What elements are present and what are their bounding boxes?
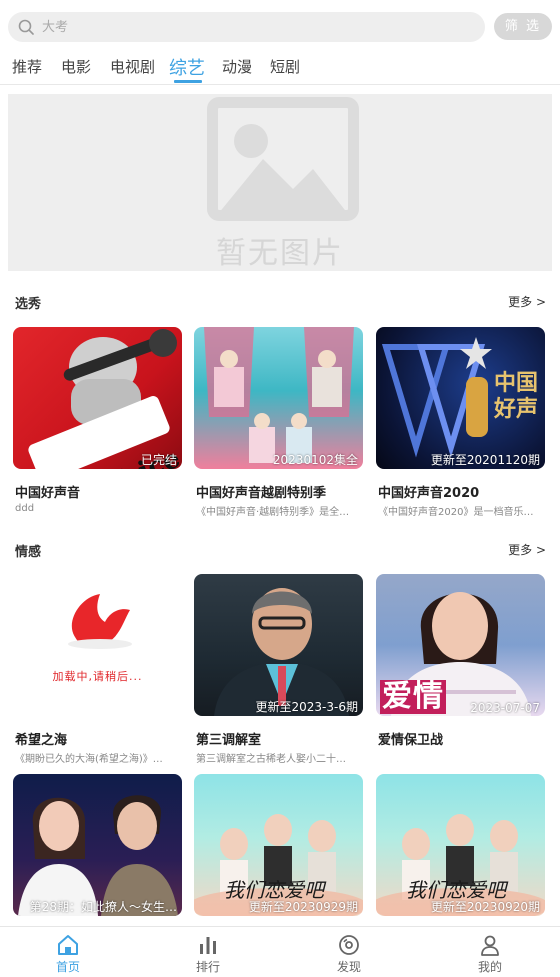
search-box[interactable] [8, 12, 485, 42]
host-portrait-graphic [214, 588, 349, 716]
more-link[interactable]: 更多 > [508, 293, 546, 310]
video-title: 希望之海 [15, 733, 68, 748]
active-tab-indicator [174, 80, 202, 83]
section-header-talent: 选秀 更多 > [0, 293, 560, 317]
video-thumbnail[interactable]: 加载中,请稍后... [13, 574, 182, 716]
video-card[interactable]: 更新至2023-3-6期 第三调解室 第三调解室之古稀老人娶小二十… [194, 574, 363, 765]
video-card[interactable]: 第28期：如此撩人～女生… [13, 774, 182, 916]
video-desc: 《期盼已久的大海(希望之海)》… [15, 754, 163, 765]
episode-badge: 更新至20230929期 [248, 900, 358, 914]
video-title: 爱情保卫战 [378, 733, 444, 748]
video-thumbnail[interactable]: 我们恋爱吧 更新至20230929期 [194, 774, 363, 916]
episode-badge: 20230102集全 [272, 453, 358, 467]
video-card[interactable]: 中国好声 更新至20201120期 中国好声音2020 《中国好声音2020》是… [376, 327, 545, 518]
episode-badge: 更新至20201120期 [430, 453, 540, 467]
nav-mine[interactable]: 我的 [450, 927, 530, 977]
section-header-emotion: 情感 更多 > [0, 541, 560, 565]
tab-movie[interactable]: 电影 [61, 56, 91, 77]
nav-label: 发现 [336, 960, 361, 974]
nav-discover[interactable]: 发现 [309, 927, 389, 977]
video-card[interactable]: 20230102集全 中国好声音越剧特别季 《中国好声音·越剧特别季》是全… [194, 327, 363, 518]
episode-badge: 已完结 [140, 453, 177, 467]
section-title: 情感 [15, 545, 42, 560]
episode-badge: 更新至2023-3-6期 [255, 700, 358, 714]
nav-home[interactable]: 首页 [28, 927, 108, 977]
video-title: 中国好声音2020 [378, 486, 480, 501]
search-input[interactable] [42, 12, 472, 42]
tab-tv-series[interactable]: 电视剧 [110, 56, 155, 77]
loading-logo-icon [68, 594, 132, 649]
bottom-nav: 首页 排行 发现 我的 [0, 926, 560, 977]
video-thumbnail[interactable]: 中国好声 更新至20201120期 [376, 327, 545, 469]
video-card[interactable]: 我们恋爱吧 更新至20230920期 [376, 774, 545, 916]
episode-badge: 第28期：如此撩人～女生… [29, 900, 177, 914]
video-thumbnail[interactable]: 第28期：如此撩人～女生… [13, 774, 182, 916]
banner[interactable]: 暂无图片 [8, 94, 552, 271]
category-tabs: 推荐 电影 电视剧 综艺 动漫 短剧 [0, 52, 560, 85]
search-row: 筛 选 [0, 0, 560, 52]
video-card[interactable]: 我们恋爱吧 更新至20230929期 [194, 774, 363, 916]
episode-badge: 2023-07-07 [470, 701, 540, 715]
video-title: 第三调解室 [196, 733, 262, 748]
user-icon [481, 935, 499, 956]
video-thumbnail[interactable]: 更新至2023-3-6期 [194, 574, 363, 716]
video-card[interactable]: the Voice of China 中国好声音 已完结 中国好声音 ddd [13, 327, 182, 514]
thumb-logo-text: 爱情 [380, 679, 446, 714]
video-card[interactable]: 加载中,请稍后... 希望之海 《期盼已久的大海(希望之海)》… [13, 574, 182, 765]
video-title: 中国好声音越剧特别季 [196, 486, 327, 501]
tab-short-drama[interactable]: 短剧 [270, 56, 300, 77]
disc-icon [339, 935, 359, 955]
video-title: 中国好声音 [15, 486, 81, 501]
nav-label: 首页 [55, 960, 80, 974]
nav-ranking[interactable]: 排行 [168, 927, 248, 977]
more-link[interactable]: 更多 > [508, 541, 546, 558]
tab-recommend[interactable]: 推荐 [12, 56, 42, 77]
episode-badge: 更新至20230920期 [430, 900, 540, 914]
video-thumbnail[interactable]: the Voice of China 中国好声音 已完结 [13, 327, 182, 469]
couple-portrait-graphic [18, 795, 178, 916]
video-thumbnail[interactable]: 我们恋爱吧 更新至20230920期 [376, 774, 545, 916]
bar-chart-icon [200, 937, 216, 954]
loading-text: 加载中,请稍后... [52, 670, 143, 683]
opera-stage-graphic [204, 327, 354, 463]
nav-label: 我的 [477, 960, 502, 974]
section-title: 选秀 [15, 297, 42, 312]
tab-variety[interactable]: 综艺 [169, 54, 205, 80]
video-thumbnail[interactable]: 20230102集全 [194, 327, 363, 469]
image-placeholder-mountain [218, 159, 348, 214]
nav-label: 排行 [195, 960, 220, 974]
video-desc: 《中国好声音2020》是一档音乐… [378, 507, 534, 518]
video-desc: 《中国好声音·越剧特别季》是全… [196, 507, 350, 518]
video-card[interactable]: 爱情 2023-07-07 爱情保卫战 [376, 574, 545, 748]
banner-placeholder-text: 暂无图片 [216, 236, 344, 271]
video-desc: 第三调解室之古稀老人娶小二十… [196, 754, 346, 765]
tab-anime[interactable]: 动漫 [222, 56, 252, 77]
video-thumbnail[interactable]: 爱情 2023-07-07 [376, 574, 545, 716]
filter-button[interactable]: 筛 选 [494, 13, 552, 40]
thumb-logo-text: 中国好声 [494, 371, 539, 422]
home-icon [58, 935, 78, 955]
search-icon [18, 19, 34, 35]
video-desc: ddd [15, 503, 35, 514]
